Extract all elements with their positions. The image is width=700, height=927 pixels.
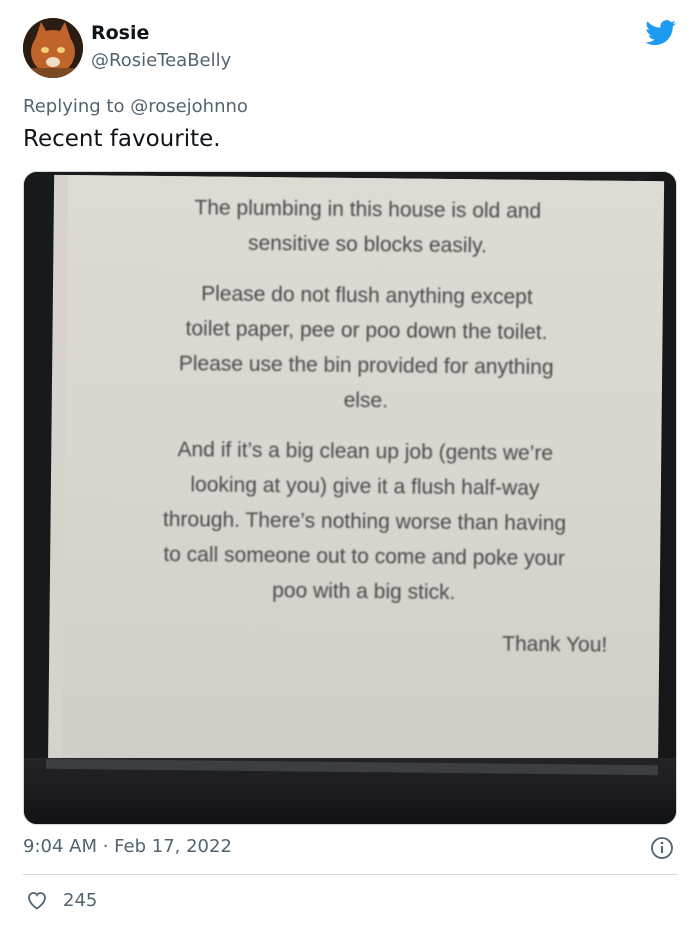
sign-paper: The plumbing in this house is old and se… [61, 174, 665, 790]
info-icon[interactable] [650, 836, 674, 860]
display-name[interactable]: Rosie [91, 22, 149, 44]
replying-to-prefix: Replying to [23, 96, 131, 117]
like-count: 245 [63, 890, 98, 911]
tweet-card: Rosie @RosieTeaBelly Replying to @rosejo… [0, 0, 700, 927]
replying-to: Replying to @rosejohnno [23, 96, 248, 117]
sign-frame: The plumbing in this house is old and se… [45, 174, 665, 824]
reply-mention-link[interactable]: @rosejohnno [130, 96, 248, 117]
sign-paragraph: The plumbing in this house is old and se… [194, 196, 542, 258]
user-handle[interactable]: @RosieTeaBelly [91, 50, 231, 71]
sign-signoff: Thank You! [502, 632, 608, 657]
avatar[interactable] [23, 18, 83, 78]
tweet-timestamp[interactable]: 9:04 AM · Feb 17, 2022 [23, 836, 232, 857]
sign-text: The plumbing in this house is old and se… [63, 189, 668, 679]
sign-paragraph: And if it’s a big clean up job (gents we… [162, 438, 567, 605]
twitter-bird-icon[interactable] [645, 20, 677, 46]
divider [23, 874, 677, 875]
tweet-text: Recent favourite. [23, 126, 221, 152]
tweet-photo[interactable]: The plumbing in this house is old and se… [23, 171, 677, 825]
sign-paragraph: Please do not flush anything except toil… [178, 282, 554, 413]
heart-icon[interactable] [25, 888, 49, 912]
